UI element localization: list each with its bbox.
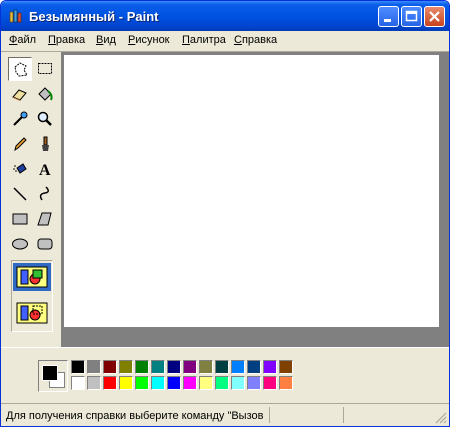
resize-grip-icon[interactable] (435, 412, 447, 424)
palette-swatch[interactable] (263, 360, 277, 374)
close-button[interactable] (424, 6, 445, 27)
palette-swatch[interactable] (71, 376, 85, 390)
drawing-canvas[interactable] (64, 55, 439, 327)
palette-swatch[interactable] (231, 360, 245, 374)
palette-swatch[interactable] (71, 360, 85, 374)
palette-swatch[interactable] (231, 376, 245, 390)
palette-swatch[interactable] (279, 360, 293, 374)
paint-window: Stud.kz - Stud.kz Stud.kz - Stud.kz Stud… (0, 0, 450, 427)
eyedropper-icon (13, 111, 28, 126)
airbrush-icon (13, 163, 27, 174)
palette-swatch[interactable] (135, 376, 149, 390)
palette-swatch[interactable] (151, 360, 165, 374)
window-title: Безымянный - Paint (29, 9, 159, 24)
minimize-icon (384, 19, 391, 22)
palette-swatch[interactable] (119, 376, 133, 390)
transparent-selection-option[interactable] (13, 299, 51, 327)
foreground-color (42, 365, 58, 381)
ellipse-icon (12, 238, 28, 250)
paint-app-icon (9, 9, 22, 23)
palette-swatch[interactable] (183, 376, 197, 390)
palette-swatch[interactable] (279, 376, 293, 390)
fill-tool[interactable] (33, 82, 57, 106)
rect-select-tool[interactable] (33, 57, 57, 81)
brush-tool[interactable] (33, 132, 57, 156)
magnifier-icon (37, 111, 52, 126)
maximize-icon (405, 10, 418, 22)
status-pane-size (343, 407, 431, 423)
status-pane-coords (269, 407, 341, 423)
airbrush-tool[interactable] (8, 157, 32, 181)
polygon-tool[interactable] (33, 207, 57, 231)
line-tool[interactable] (8, 182, 32, 206)
palette-swatch[interactable] (215, 376, 229, 390)
ellipse-tool[interactable] (8, 232, 32, 256)
current-colors[interactable] (38, 360, 68, 392)
text-tool[interactable]: A (33, 157, 57, 181)
rect-select-icon (38, 63, 52, 74)
free-form-select-tool[interactable] (8, 57, 32, 81)
palette-swatch[interactable] (263, 376, 277, 390)
opaque-selection-option[interactable] (13, 263, 51, 291)
palette-swatch[interactable] (183, 360, 197, 374)
minimize-button[interactable] (378, 6, 399, 27)
palette-swatch[interactable] (103, 360, 117, 374)
palette-swatch[interactable] (87, 360, 101, 374)
canvas-workspace (61, 52, 449, 347)
palette-swatch[interactable] (167, 376, 181, 390)
pencil-icon (14, 137, 27, 152)
eraser-tool[interactable] (8, 82, 32, 106)
menu-file[interactable]: Файл (9, 34, 36, 46)
palette-swatch[interactable] (199, 360, 213, 374)
curve-icon (39, 186, 49, 201)
palette-swatch[interactable] (151, 376, 165, 390)
menu-image[interactable]: Рисунок (128, 34, 170, 46)
free-form-select-icon (14, 62, 28, 77)
rounded-rectangle-tool[interactable] (33, 232, 57, 256)
status-bar: Для получения справки выберите команду "… (1, 403, 449, 426)
polygon-icon (37, 212, 52, 226)
palette-swatch[interactable] (87, 376, 101, 390)
tool-options-panel (11, 260, 53, 332)
palette-swatch[interactable] (199, 376, 213, 390)
pencil-tool[interactable] (8, 132, 32, 156)
status-text: Для получения справки выберите команду "… (6, 410, 264, 422)
menu-help[interactable]: Справка (234, 34, 277, 46)
menu-colors[interactable]: Палитра (182, 34, 226, 46)
fill-bucket-icon (38, 87, 53, 101)
transparent-selection-icon (16, 302, 48, 324)
text-icon: A (39, 162, 51, 178)
opaque-selection-icon (16, 266, 48, 288)
pick-color-tool[interactable] (8, 107, 32, 131)
title-bar[interactable]: Безымянный - Paint (1, 1, 449, 31)
palette-swatch[interactable] (247, 376, 261, 390)
palette-swatch[interactable] (135, 360, 149, 374)
rectangle-tool[interactable] (8, 207, 32, 231)
curve-tool[interactable] (33, 182, 57, 206)
palette-swatch[interactable] (215, 360, 229, 374)
brush-icon (42, 136, 49, 151)
rectangle-icon (12, 213, 28, 225)
rounded-rectangle-icon (37, 238, 53, 250)
toolbox: A (5, 54, 59, 344)
menu-bar: Файл Правка Вид Рисунок Палитра Справка (1, 31, 449, 51)
palette-swatch[interactable] (103, 376, 117, 390)
maximize-button[interactable] (401, 6, 422, 27)
line-icon (13, 187, 27, 201)
eraser-icon (12, 89, 27, 101)
palette-swatch[interactable] (247, 360, 261, 374)
menu-edit[interactable]: Правка (48, 34, 85, 46)
close-icon (429, 11, 440, 22)
color-palette (1, 347, 449, 403)
menu-view[interactable]: Вид (96, 34, 116, 46)
magnifier-tool[interactable] (33, 107, 57, 131)
palette-swatch[interactable] (167, 360, 181, 374)
palette-swatch[interactable] (119, 360, 133, 374)
svg-text:A: A (39, 162, 51, 178)
